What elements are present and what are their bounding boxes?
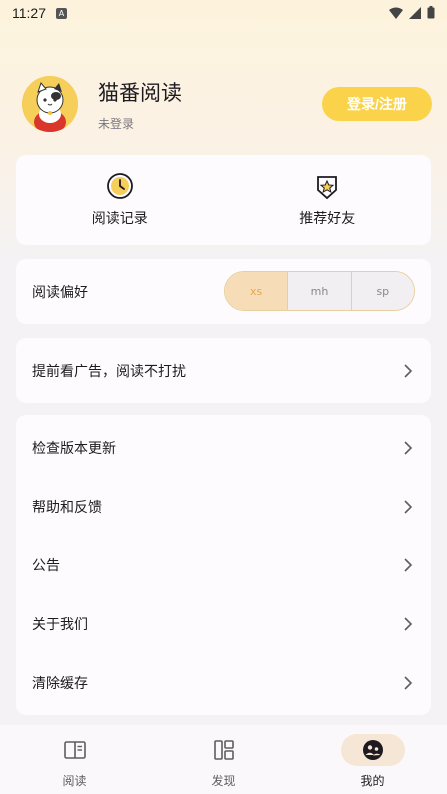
book-icon bbox=[63, 741, 86, 759]
status-icons bbox=[389, 6, 435, 19]
help-feedback-row[interactable]: 帮助和反馈 bbox=[16, 478, 431, 537]
quick-actions-card: 阅读记录 推荐好友 bbox=[16, 155, 431, 245]
preference-option-sp[interactable]: sp bbox=[350, 272, 414, 310]
app-name: 猫番阅读 bbox=[98, 80, 182, 105]
avatar[interactable] bbox=[22, 76, 78, 132]
status-bar: 11:27 A bbox=[0, 0, 447, 26]
nav-discover[interactable]: 发现 bbox=[149, 725, 298, 794]
nav-read[interactable]: 阅读 bbox=[0, 725, 149, 794]
clear-cache-label: 清除缓存 bbox=[32, 675, 88, 692]
chevron-right-icon bbox=[404, 500, 413, 514]
login-status: 未登录 bbox=[98, 116, 135, 131]
nav-mine-label: 我的 bbox=[360, 774, 385, 788]
nav-discover-label: 发现 bbox=[211, 774, 236, 788]
chevron-right-icon bbox=[404, 363, 413, 378]
chevron-right-icon bbox=[404, 617, 413, 631]
check-update-row[interactable]: 检查版本更新 bbox=[16, 419, 431, 478]
recommend-friends-button[interactable]: 推荐好友 bbox=[224, 155, 432, 245]
chevron-right-icon bbox=[404, 676, 413, 690]
nav-discover-icon-wrap bbox=[192, 734, 256, 766]
star-shield-icon bbox=[317, 176, 338, 200]
nav-read-label: 阅读 bbox=[62, 774, 87, 788]
reading-history-button[interactable]: 阅读记录 bbox=[16, 155, 224, 245]
about-us-row[interactable]: 关于我们 bbox=[16, 595, 431, 654]
check-update-label: 检查版本更新 bbox=[32, 441, 116, 458]
chevron-right-icon bbox=[404, 558, 413, 573]
nav-mine[interactable]: 我的 bbox=[298, 725, 447, 794]
about-us-label: 关于我们 bbox=[32, 617, 88, 634]
status-time: 11:27 bbox=[12, 5, 46, 21]
clock-icon bbox=[106, 173, 133, 199]
help-feedback-label: 帮助和反馈 bbox=[32, 499, 102, 516]
clear-cache-row[interactable]: 清除缓存 bbox=[16, 653, 431, 712]
preference-segmented-control: xs mh sp bbox=[224, 271, 415, 311]
reading-history-label: 阅读记录 bbox=[91, 211, 148, 227]
battery-icon bbox=[427, 6, 435, 19]
reading-preference-label: 阅读偏好 bbox=[32, 284, 88, 301]
discover-icon bbox=[213, 740, 234, 760]
signal-icon bbox=[409, 6, 421, 19]
preference-option-mh[interactable]: mh bbox=[287, 272, 351, 310]
reading-preference-card: 阅读偏好 xs mh sp bbox=[16, 259, 431, 324]
cat-avatar-icon bbox=[22, 76, 78, 132]
notification-icon: A bbox=[56, 7, 67, 19]
ad-card: 提前看广告，阅读不打扰 bbox=[16, 338, 431, 403]
login-register-button[interactable]: 登录/注册 bbox=[322, 87, 432, 121]
watch-ad-label: 提前看广告，阅读不打扰 bbox=[32, 363, 186, 380]
watch-ad-row[interactable]: 提前看广告，阅读不打扰 bbox=[16, 338, 431, 403]
recommend-friends-label: 推荐好友 bbox=[299, 211, 356, 227]
chevron-right-icon bbox=[404, 441, 413, 455]
preference-option-xs[interactable]: xs bbox=[225, 272, 288, 310]
bottom-navigation: 阅读 发现 我的 bbox=[0, 725, 447, 794]
nav-read-icon-wrap bbox=[43, 734, 107, 766]
announcement-label: 公告 bbox=[32, 558, 60, 575]
wifi-icon bbox=[389, 7, 403, 19]
profile-icon bbox=[362, 740, 383, 760]
nav-mine-icon-wrap bbox=[340, 734, 405, 766]
settings-list-card: 检查版本更新 帮助和反馈 公告 关于我们 清除缓存 bbox=[16, 415, 431, 715]
profile-header: 猫番阅读 未登录 登录/注册 bbox=[22, 75, 432, 133]
announcement-row[interactable]: 公告 bbox=[16, 536, 431, 595]
